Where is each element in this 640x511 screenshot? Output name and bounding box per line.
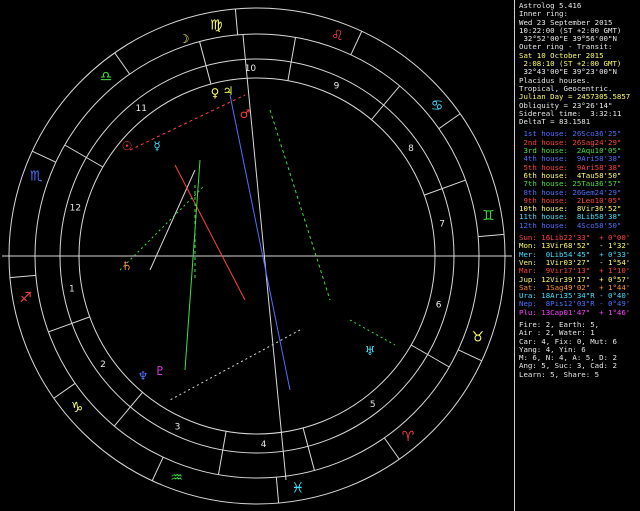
- sign-boundary: [383, 437, 400, 460]
- zodiac-signs: ♍ ♌ ♋ ♊ ♉ ♈ ♓ ♒ ♑ ♐ ♏ ♎: [19, 18, 494, 497]
- sign-boundary: [350, 31, 363, 56]
- zodiac-sign-glyph: ♉: [472, 329, 485, 345]
- zodiac-sign-glyph: ♐: [19, 290, 32, 306]
- house-row: 12th house: 4Sco58'50": [519, 220, 622, 230]
- zodiac-sign-glyph: ♌: [331, 28, 344, 44]
- zodiac-sign-glyph: ♎: [100, 69, 113, 85]
- info-panel: Astrolog 5.416 Inner ring: Wed 23 Septem…: [514, 0, 640, 511]
- aspect-line: [349, 319, 396, 346]
- aspect-line: [174, 164, 246, 301]
- house-number: 2: [100, 360, 106, 370]
- chart-wheel: ♍♌♋♊♉♈♓♒♑♐♏♎ 123456789101112 ☉☽☿♀♂♃♄♅♆ ♇: [2, 7, 512, 505]
- planet-glyph: ♄: [122, 259, 133, 273]
- zodiac-sign-glyph: ♒: [170, 470, 183, 486]
- house-number: 8: [408, 144, 414, 154]
- planet-glyph: ♅: [365, 344, 376, 358]
- planet-glyph: ☿: [153, 139, 160, 153]
- planet-glyph: ☉: [122, 139, 133, 153]
- house-number: 4: [261, 440, 267, 450]
- sign-boundary: [114, 52, 131, 75]
- delta-t: DeltaT = 83.1581: [519, 117, 591, 127]
- house-number: 5: [370, 400, 376, 410]
- planet-glyph: ♆: [138, 369, 149, 383]
- house-cusp: [199, 41, 212, 85]
- planet-list: Sun: 16Lib22'33" + 0°00' Mon: 13Vir68'52"…: [519, 233, 640, 317]
- house-cusp: [410, 344, 450, 368]
- aspect-line: [184, 159, 201, 371]
- aspect-line: [149, 169, 196, 271]
- house-cusp: [371, 85, 401, 120]
- house-number: 10: [245, 64, 257, 74]
- zodiac-sign-glyph: ♏: [30, 169, 43, 185]
- sign-boundary: [151, 456, 164, 481]
- zodiac-sign-glyph: ♑: [71, 400, 84, 416]
- house-number: 12: [70, 203, 81, 213]
- house-number: 3: [175, 422, 181, 432]
- planet-row: Plu: 13Cap01'47" + 1°46': [519, 307, 631, 317]
- house-number: 11: [136, 104, 147, 114]
- house-cusp: [217, 431, 227, 475]
- planet-glyph: ☽: [179, 32, 190, 46]
- planet-glyph: ♃: [223, 84, 234, 98]
- aspect-line: [269, 109, 331, 301]
- sign-boundary: [457, 349, 482, 362]
- house-number: 1: [69, 285, 75, 295]
- house-cusp: [64, 144, 104, 168]
- planet-glyph: ♇: [155, 364, 166, 378]
- aspect-line: [129, 94, 246, 151]
- sign-boundary: [53, 382, 76, 399]
- zodiac-sign-glyph: ♊: [482, 208, 495, 224]
- sign-boundary: [478, 233, 505, 238]
- sign-boundary: [275, 477, 280, 504]
- zodiac-sign-glyph: ♓: [292, 480, 305, 496]
- sign-boundary: [32, 150, 57, 163]
- zodiac-sign-glyph: ♋: [431, 98, 444, 114]
- element-summary: Fire: 2, Earth: 5, Air : 2, Water: 1 Car: …: [519, 320, 640, 379]
- zodiac-sign-glyph: ♍: [210, 18, 223, 34]
- house-cusp: [48, 316, 90, 333]
- house-numbers: 123456789101112: [69, 64, 445, 450]
- house-cusp: [302, 427, 315, 471]
- sign-boundary: [438, 113, 461, 130]
- house-cusp: [287, 37, 297, 81]
- house-cusp: [424, 179, 466, 196]
- element-row: Learn: 5, Share: 5: [519, 369, 600, 379]
- house-number: 7: [439, 219, 445, 229]
- house-list: 1st house: 26Sco36'25" 2nd house: 26Sag2…: [519, 130, 640, 230]
- sign-boundary: [234, 8, 239, 35]
- house-number: 9: [334, 82, 340, 92]
- house-cusp: [113, 392, 143, 427]
- aspect-line: [229, 94, 291, 391]
- house-number: 6: [436, 301, 442, 311]
- planet-glyph: ♀: [211, 86, 220, 100]
- meridian-line: [242, 34, 287, 481]
- planet-glyph: ♂: [240, 107, 251, 121]
- zodiac-sign-glyph: ♈: [402, 429, 415, 445]
- aspect-line: [169, 329, 301, 401]
- sign-boundary: [9, 274, 36, 279]
- aspect-lines: [119, 94, 396, 401]
